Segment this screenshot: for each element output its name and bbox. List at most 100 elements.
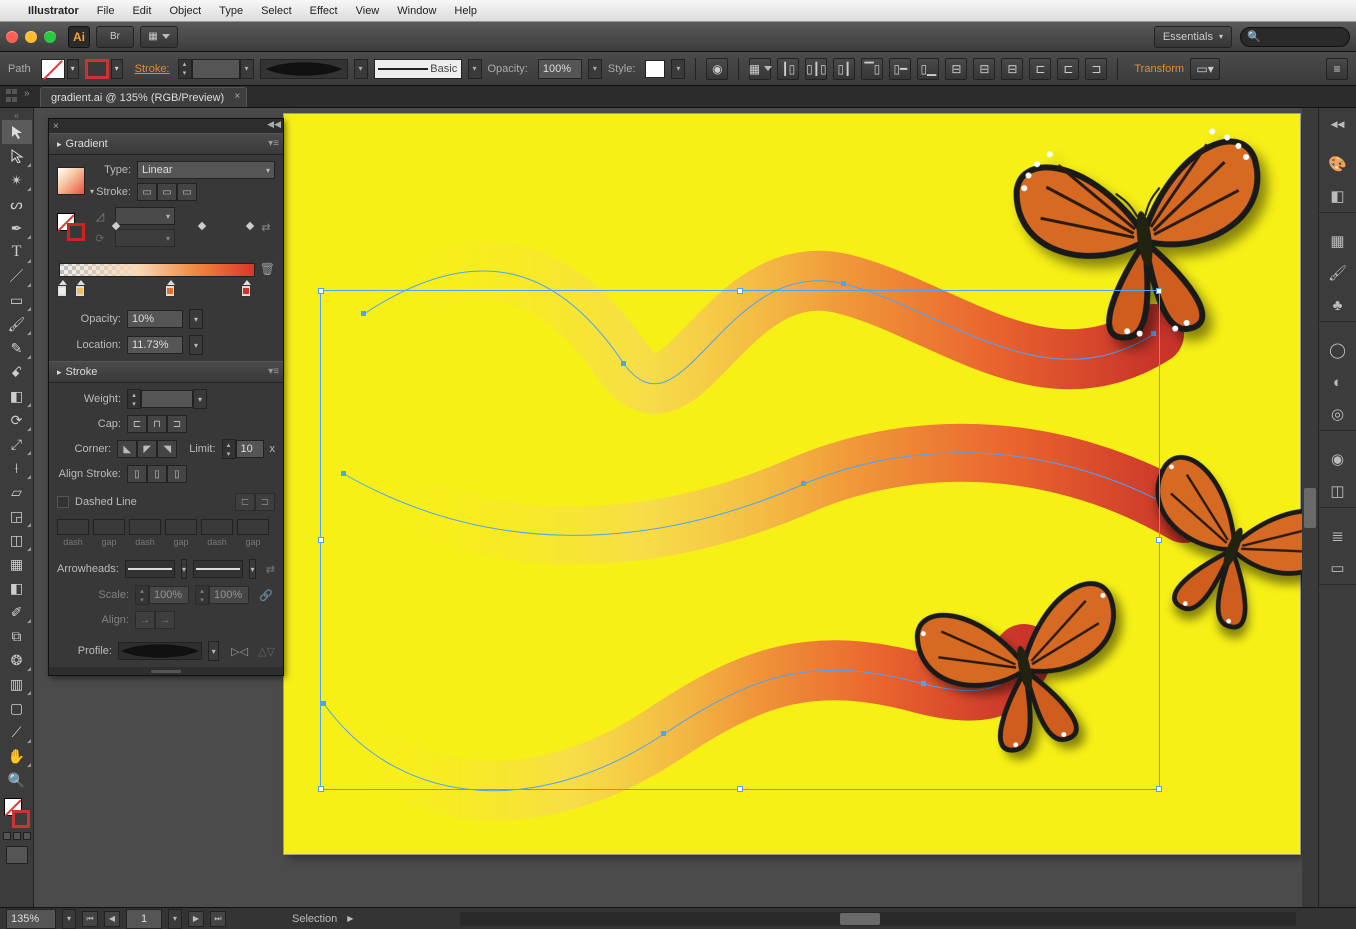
color-modes[interactable] [3, 832, 31, 840]
gradient-preview[interactable]: ▾ [57, 167, 85, 195]
color-guide-panel-icon[interactable]: ◧ [1326, 184, 1350, 208]
zoom-icon[interactable] [44, 31, 56, 43]
gap-field[interactable] [237, 519, 269, 535]
line-tool[interactable]: ／ [2, 264, 32, 288]
panel-grip[interactable]: × ◀◀ [49, 119, 283, 133]
delete-stop-icon[interactable]: 🗑 [260, 262, 275, 276]
blob-brush-tool[interactable]: ꗃ [2, 360, 32, 384]
align-hcenter-button[interactable]: ▯┃▯ [805, 58, 827, 80]
gradient-ramp[interactable]: 🗑 [57, 263, 275, 277]
rectangle-tool[interactable]: ▭ [2, 288, 32, 312]
width-profile-menu[interactable]: ▾ [208, 641, 219, 661]
last-artboard-button[interactable]: ⏭ [210, 911, 226, 927]
distribute-hcenter-button[interactable]: ⊏ [1057, 58, 1079, 80]
stroke-weight-menu[interactable]: ▾ [240, 59, 254, 79]
tabstrip-grip-icon[interactable] [6, 89, 20, 103]
hand-tool[interactable]: ✋ [2, 744, 32, 768]
pencil-tool[interactable]: ✎ [2, 336, 32, 360]
miter-limit-field[interactable]: 10 [236, 440, 264, 458]
align-menu[interactable]: ▦ [749, 58, 771, 80]
gradient-stroke-mode[interactable]: ▭▭▭ [137, 183, 197, 201]
width-tool[interactable]: ⟊ [2, 456, 32, 480]
arrowhead-start[interactable] [125, 560, 175, 578]
artboard-number-field[interactable]: 1 [126, 909, 162, 929]
stroke-weight-field[interactable] [192, 59, 240, 79]
shape-builder-tool[interactable]: ◲ [2, 504, 32, 528]
arrowhead-end[interactable] [193, 560, 243, 578]
arrowhead-end-menu[interactable]: ▾ [249, 559, 256, 579]
pen-tool[interactable]: ✒ [2, 216, 32, 240]
rotate-tool[interactable]: ⟳ [2, 408, 32, 432]
distribute-vcenter-button[interactable]: ⊟ [973, 58, 995, 80]
zoom-tool[interactable]: 🔍 [2, 768, 32, 792]
vertical-scrollbar[interactable] [1302, 108, 1318, 907]
document-tab[interactable]: gradient.ai @ 135% (RGB/Preview) × [40, 87, 247, 107]
graphic-style-menu[interactable]: ▾ [671, 59, 685, 79]
direct-selection-tool[interactable] [2, 144, 32, 168]
gap-field[interactable] [93, 519, 125, 535]
gradient-panel-icon[interactable]: ◐ [1326, 370, 1350, 394]
flip-along-icon[interactable]: ▷◁ [231, 645, 248, 658]
close-icon[interactable] [6, 31, 18, 43]
opacity-menu[interactable]: ▾ [588, 59, 602, 79]
controlbar-menu-button[interactable]: ≡ [1326, 58, 1348, 80]
arrowhead-start-menu[interactable]: ▾ [181, 559, 188, 579]
slice-tool[interactable]: ⟋ [2, 720, 32, 744]
blend-tool[interactable]: ⧉ [2, 624, 32, 648]
transform-panel-button[interactable]: ▭▾ [1190, 58, 1220, 80]
align-left-button[interactable]: ┃▯ [777, 58, 799, 80]
stroke-swatch-group[interactable]: ▾ [85, 59, 123, 79]
zoom-field[interactable]: 135% [6, 909, 56, 929]
dash-field[interactable] [129, 519, 161, 535]
paintbrush-tool[interactable]: 🖌 [2, 312, 32, 336]
menu-file[interactable]: File [97, 5, 115, 17]
workspace-switcher[interactable]: Essentials ▾ [1154, 26, 1232, 48]
swatches-panel-icon[interactable]: ▦ [1326, 229, 1350, 253]
next-artboard-button[interactable]: ▶ [188, 911, 204, 927]
gradient-panel-tab[interactable]: ▸ Gradient ▾≡ [49, 133, 283, 155]
status-menu-icon[interactable]: ▶ [347, 914, 353, 923]
transform-link[interactable]: Transform [1134, 63, 1184, 75]
distribute-right-button[interactable]: ⊐ [1085, 58, 1107, 80]
stop-location-menu[interactable]: ▾ [189, 335, 203, 355]
stop-opacity-menu[interactable]: ▾ [189, 309, 203, 329]
zoom-menu[interactable]: ▾ [62, 909, 76, 929]
menu-help[interactable]: Help [454, 5, 477, 17]
horizontal-scrollbar[interactable] [460, 912, 1296, 926]
scale-tool[interactable]: ⤢ [2, 432, 32, 456]
menu-select[interactable]: Select [261, 5, 292, 17]
artboards-panel-icon[interactable]: ▭ [1326, 556, 1350, 580]
gradient-midpoints[interactable] [57, 223, 275, 231]
close-tab-icon[interactable]: × [234, 91, 240, 102]
mesh-tool[interactable]: ▦ [2, 552, 32, 576]
stroke-panel-icon[interactable]: ◯ [1326, 338, 1350, 362]
cap-buttons[interactable]: ⊏⊓⊐ [127, 415, 187, 433]
menu-edit[interactable]: Edit [132, 5, 151, 17]
symbol-sprayer-tool[interactable]: ❂ [2, 648, 32, 672]
distribute-top-button[interactable]: ⊟ [945, 58, 967, 80]
arrange-docs-button[interactable]: ▦ [140, 26, 178, 48]
scrollbar-thumb[interactable] [840, 913, 880, 925]
eraser-tool[interactable]: ◧ [2, 384, 32, 408]
eyedropper-tool[interactable]: ✐ [2, 600, 32, 624]
first-artboard-button[interactable]: ⏮ [82, 911, 98, 927]
weight-stepper[interactable]: ▴▾▾ [127, 389, 207, 409]
screen-mode-button[interactable] [6, 846, 28, 864]
stroke-swatch-menu[interactable]: ▾ [111, 59, 123, 79]
selection-tool[interactable] [2, 120, 32, 144]
menu-window[interactable]: Window [397, 5, 436, 17]
menu-type[interactable]: Type [219, 5, 243, 17]
stroke-proxy[interactable] [12, 810, 30, 828]
width-profile[interactable] [118, 642, 202, 660]
fill-swatch[interactable] [41, 59, 65, 79]
distribute-left-button[interactable]: ⊏ [1029, 58, 1051, 80]
fill-swatch-group[interactable]: ▾ [41, 59, 79, 79]
gradient-tool[interactable]: ◧ [2, 576, 32, 600]
stroke-link[interactable]: Stroke: [135, 63, 170, 75]
fill-stroke-proxy[interactable] [2, 796, 32, 830]
minimize-icon[interactable] [25, 31, 37, 43]
perspective-grid-tool[interactable]: ◫ [2, 528, 32, 552]
graphic-styles-panel-icon[interactable]: ◫ [1326, 479, 1350, 503]
stroke-swatch[interactable] [85, 59, 109, 79]
swap-arrowheads-icon[interactable]: ⇄ [266, 563, 275, 576]
